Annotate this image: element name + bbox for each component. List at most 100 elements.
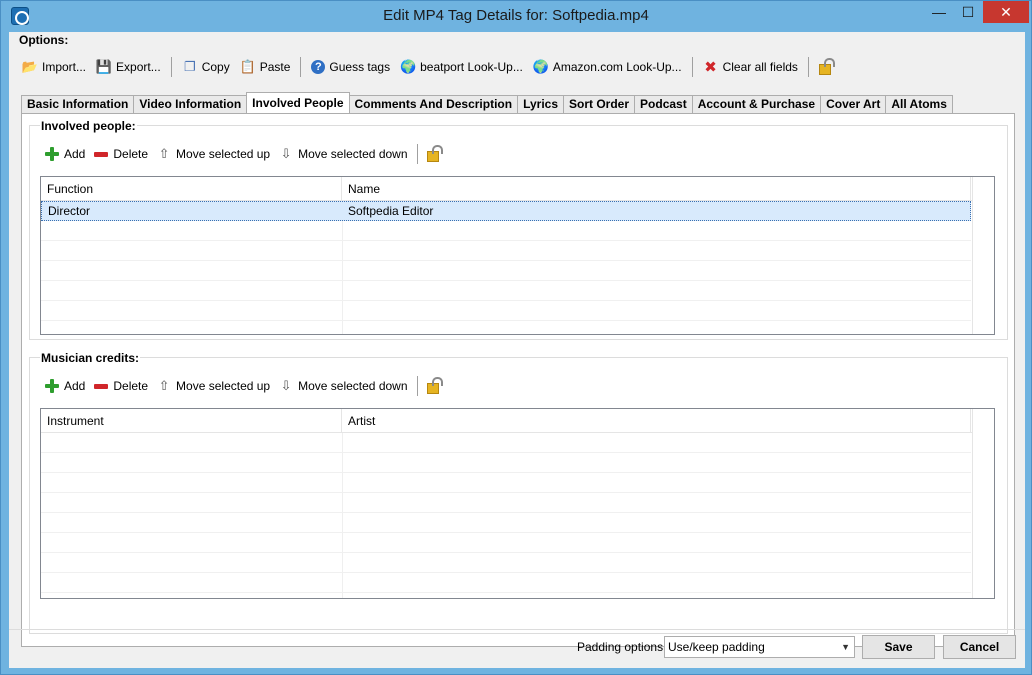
lock-icon <box>426 144 443 162</box>
maximize-button[interactable]: ☐ <box>954 1 982 23</box>
arrow-up-icon: ⇧ <box>158 378 170 393</box>
dialog-client: Options: 📂 Import... 💾 Export... ❐ Copy … <box>9 32 1025 668</box>
table-row[interactable] <box>41 241 971 261</box>
tab-involved-people[interactable]: Involved People <box>246 92 350 113</box>
paste-button[interactable]: 📋 Paste <box>235 55 296 79</box>
padding-options-label: Padding options: <box>577 640 667 654</box>
toolbar-separator <box>300 57 302 77</box>
move-down-musician-button[interactable]: ⇩ Move selected down <box>274 374 411 398</box>
tab-basic-information[interactable]: Basic Information <box>21 95 135 113</box>
copy-icon: ❐ <box>183 59 196 74</box>
lock-toggle-button[interactable] <box>814 55 836 79</box>
toolbar-separator <box>170 57 172 77</box>
column-header-artist[interactable]: Artist <box>342 409 971 433</box>
musician-credits-group: Musician credits: Add Delete ⇧ Move sele… <box>29 351 1008 634</box>
delete-musician-button[interactable]: Delete <box>89 374 152 398</box>
move-up-involved-button[interactable]: ⇧ Move selected up <box>152 142 274 166</box>
lock-musician-button[interactable] <box>423 374 443 398</box>
cell-function: Director <box>48 204 91 218</box>
column-header-name[interactable]: Name <box>342 177 971 201</box>
move-up-musician-button[interactable]: ⇧ Move selected up <box>152 374 274 398</box>
arrow-down-icon: ⇩ <box>280 146 292 161</box>
tab-lyrics[interactable]: Lyrics <box>517 95 565 113</box>
help-icon: ? <box>311 60 326 74</box>
tab-podcast[interactable]: Podcast <box>634 95 693 113</box>
arrow-down-icon: ⇩ <box>280 378 292 393</box>
table-row[interactable] <box>41 453 971 473</box>
lock-involved-button[interactable] <box>423 142 443 166</box>
involved-people-group: Involved people: Add Delete ⇧ Move selec… <box>29 119 1008 340</box>
tab-comments-and-description[interactable]: Comments And Description <box>348 95 519 113</box>
amazon-lookup-button[interactable]: 🌍 Amazon.com Look-Up... <box>528 55 687 79</box>
tab-all-atoms[interactable]: All Atoms <box>885 95 953 113</box>
main-toolbar: 📂 Import... 💾 Export... ❐ Copy 📋 Paste ?… <box>17 54 836 80</box>
column-header-instrument[interactable]: Instrument <box>41 409 342 433</box>
move-down-label: Move selected down <box>298 379 408 393</box>
toolbar-separator <box>807 57 809 77</box>
table-row[interactable]: Director Softpedia Editor <box>41 201 971 221</box>
musician-credits-header: Instrument Artist <box>41 409 994 433</box>
add-label: Add <box>64 379 86 393</box>
move-down-involved-button[interactable]: ⇩ Move selected down <box>274 142 411 166</box>
add-icon <box>45 147 59 161</box>
vertical-scrollbar[interactable] <box>972 409 994 598</box>
involved-people-list[interactable]: Function Name Director Softpedia Editor <box>40 176 995 335</box>
minimize-button[interactable]: — <box>925 1 953 23</box>
add-involved-button[interactable]: Add <box>40 142 89 166</box>
table-row[interactable] <box>41 221 971 241</box>
involved-people-header: Function Name <box>41 177 994 201</box>
import-button[interactable]: 📂 Import... <box>17 55 91 79</box>
guess-tags-button[interactable]: ? Guess tags <box>306 55 395 79</box>
delete-involved-button[interactable]: Delete <box>89 142 152 166</box>
tab-account-purchase[interactable]: Account & Purchase <box>691 95 822 113</box>
musician-credits-toolbar: Add Delete ⇧ Move selected up ⇩ Move sel… <box>40 374 443 398</box>
tab-cover-art[interactable]: Cover Art <box>820 95 887 113</box>
move-up-label: Move selected up <box>176 147 271 161</box>
beatport-lookup-button[interactable]: 🌍 beatport Look-Up... <box>395 55 528 79</box>
save-disk-icon: 💾 <box>95 59 113 74</box>
table-row[interactable] <box>41 261 971 281</box>
tab-strip: Basic Information Video Information Invo… <box>21 92 953 113</box>
guess-tags-label: Guess tags <box>329 60 391 74</box>
window-title: Edit MP4 Tag Details for: Softpedia.mp4 <box>383 7 649 24</box>
save-button[interactable]: Save <box>862 635 935 659</box>
clear-all-label: Clear all fields <box>722 60 798 74</box>
involved-people-toolbar: Add Delete ⇧ Move selected up ⇩ Move sel… <box>40 142 443 166</box>
amazon-label: Amazon.com Look-Up... <box>552 60 682 74</box>
table-row[interactable] <box>41 433 971 453</box>
tab-video-information[interactable]: Video Information <box>133 95 248 113</box>
tab-sort-order[interactable]: Sort Order <box>563 95 636 113</box>
toolbar-separator <box>416 144 418 164</box>
add-label: Add <box>64 147 86 161</box>
table-row[interactable] <box>41 533 971 553</box>
table-row[interactable] <box>41 513 971 533</box>
table-row[interactable] <box>41 281 971 301</box>
export-label: Export... <box>116 60 161 74</box>
musician-credits-list[interactable]: Instrument Artist <box>40 408 995 599</box>
table-row[interactable] <box>41 493 971 513</box>
cell-name: Softpedia Editor <box>348 204 434 218</box>
close-button[interactable]: ✕ <box>983 1 1029 23</box>
add-musician-button[interactable]: Add <box>40 374 89 398</box>
move-down-label: Move selected down <box>298 147 408 161</box>
clear-all-fields-button[interactable]: ✖ Clear all fields <box>698 55 803 79</box>
lock-icon <box>426 376 443 394</box>
arrow-up-icon: ⇧ <box>158 146 170 161</box>
table-row[interactable] <box>41 473 971 493</box>
table-row[interactable] <box>41 553 971 573</box>
title-bar: Edit MP4 Tag Details for: Softpedia.mp4 … <box>1 1 1031 32</box>
vertical-scrollbar[interactable] <box>972 177 994 334</box>
table-row[interactable] <box>41 573 971 593</box>
padding-options-select[interactable]: Use/keep padding ▼ <box>664 636 855 658</box>
move-up-label: Move selected up <box>176 379 271 393</box>
export-button[interactable]: 💾 Export... <box>91 55 166 79</box>
beatport-label: beatport Look-Up... <box>420 60 523 74</box>
footer-divider <box>9 629 1025 630</box>
table-row[interactable] <box>41 301 971 321</box>
copy-button[interactable]: ❐ Copy <box>177 55 235 79</box>
delete-label: Delete <box>113 147 149 161</box>
cancel-button[interactable]: Cancel <box>943 635 1016 659</box>
column-header-function[interactable]: Function <box>41 177 342 201</box>
delete-label: Delete <box>113 379 149 393</box>
paste-label: Paste <box>259 60 291 74</box>
